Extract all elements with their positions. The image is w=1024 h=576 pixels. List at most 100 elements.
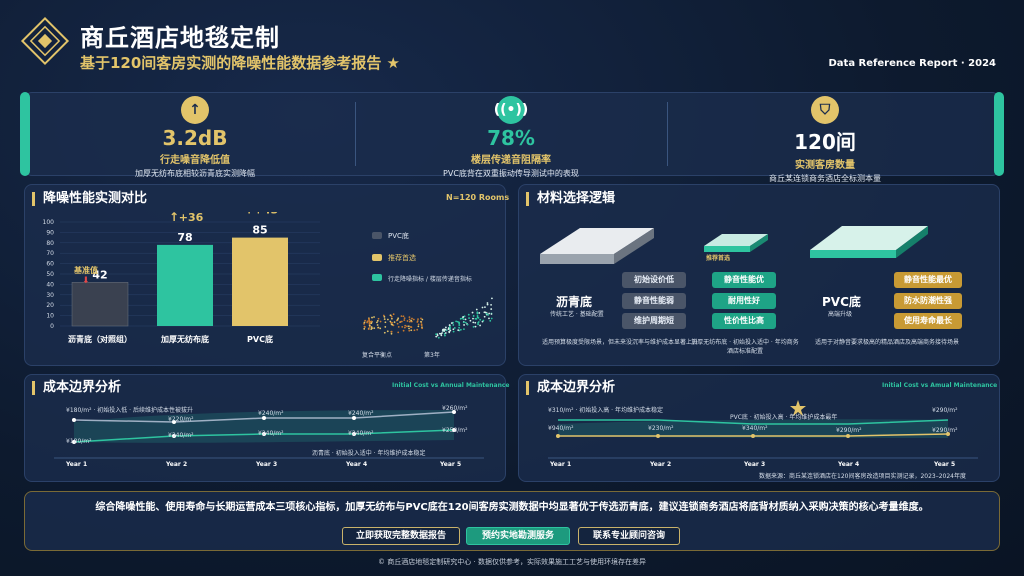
kpi-divider: [667, 102, 668, 166]
scatter-dot: [408, 318, 411, 321]
scatter-dot: [444, 334, 446, 337]
bar: [71, 282, 129, 327]
scatter-dot: [490, 303, 492, 306]
cost-left-upper-value: ¥240/m²: [258, 410, 284, 417]
carpet-layers-visual: [540, 226, 928, 264]
baseline-label: 基准值: [74, 266, 98, 275]
scatter-dot: [472, 325, 475, 328]
nonwoven-note: 加厚无纺布底 · 初始投入适中 · 年均商务酒店标准配置: [691, 339, 799, 355]
scatter-dot: [363, 322, 365, 325]
scatter-dot: [457, 329, 460, 332]
scatter-dot: [448, 331, 451, 334]
scatter-dot: [363, 327, 366, 330]
sample-size-label: N=120 Rooms: [446, 193, 510, 202]
cost-right-title: 成本边界分析: [526, 381, 615, 395]
scatter-dot: [463, 315, 466, 318]
year-label: Year 1: [66, 461, 88, 468]
diamond-logo-icon: [20, 16, 70, 66]
scatter-dot: [401, 325, 404, 328]
scatter-dot: [390, 332, 393, 335]
scatter-dot: [417, 325, 420, 328]
scatter-dot: [438, 332, 441, 335]
scatter-dot: [444, 332, 447, 334]
cost-right-value: ¥230/m²: [648, 425, 674, 432]
kpi-edge-left: [20, 92, 30, 176]
contact-advisor-button[interactable]: 联系专业顾问咨询: [578, 527, 680, 545]
get-report-button[interactable]: 立即获取完整数据报告: [342, 527, 460, 545]
kpi-value: 120间: [794, 130, 856, 154]
scatter-dot: [397, 317, 400, 320]
scatter-dot: [474, 317, 477, 320]
kpi-note: 加厚无纺布底相较沥青底实测降幅: [135, 169, 255, 178]
page-title: 商丘酒店地毯定制: [80, 24, 280, 52]
kpi-note: 商丘某连锁商务酒店全标测本量: [769, 174, 881, 183]
kpi-noise-reduction: ↑ 3.2dB 行走噪音降低值 加厚无纺布底相较沥青底实测降幅: [40, 92, 350, 178]
scatter-dot: [371, 327, 373, 330]
cost-left-lower-value: ¥250/m²: [442, 427, 468, 434]
scatter-dot: [371, 316, 373, 319]
scatter-dot: [404, 324, 407, 327]
scatter-dot: [386, 318, 389, 321]
cost-left-upper-value: ¥240/m²: [348, 410, 374, 417]
scatter-dot: [370, 320, 373, 323]
noise-bar-chart: 0010102020303040405050606070708080909010…: [43, 212, 320, 344]
pvc-tag: 防水防潮性强: [894, 293, 962, 309]
legend-label: 推荐首选: [388, 254, 416, 262]
scatter-year: 第3年: [424, 352, 440, 359]
scatter-dot: [455, 320, 458, 323]
y-tick-label: 70: [46, 250, 54, 257]
scatter-dot: [391, 321, 394, 324]
legend-label: 行走降噪指标 / 楼层传递音指标: [388, 276, 472, 283]
y-tick-label: 10: [46, 313, 54, 320]
scatter-dot: [384, 326, 387, 328]
kpi-label: 实测客房数量: [795, 160, 855, 171]
scatter-dot: [393, 321, 396, 324]
book-survey-button[interactable]: 预约实地勘测服务: [466, 527, 570, 545]
scatter-dot: [396, 318, 399, 321]
cost-left-note: 沥青底 · 初始投入适中 · 年均维护成本稳定: [312, 450, 426, 457]
summary-text: 综合降噪性能、使用寿命与长期运营成本三项核心指标，加厚无纺布与PVC底在120间…: [95, 502, 929, 513]
bar-value-label: 85: [252, 224, 267, 237]
bar-value-label: 78: [177, 231, 192, 244]
scatter-dot: [368, 325, 371, 328]
y-tick-label: 50: [46, 271, 54, 278]
footer-copyright: © 商丘酒店地毯定制研究中心 · 数据仅供参考，实际效果施工工艺与使用环境存在差…: [378, 558, 646, 566]
scatter-dot: [479, 324, 481, 327]
cost-right-subtitle: Initial Cost vs Amual Maintenance: [882, 382, 998, 389]
scatter-dot: [364, 319, 366, 322]
cost-right-value: ¥940/m²: [548, 425, 574, 432]
scatter-dot: [413, 329, 416, 332]
scatter-dot: [490, 308, 493, 310]
year-label: Year 5: [440, 461, 462, 468]
kpi-room-count: ⛉ 120间 实测客房数量 商丘某连锁商务酒店全标测本量: [670, 92, 980, 183]
scatter-dot: [402, 329, 405, 332]
scatter-dot: [383, 318, 386, 320]
recommend-tag: 推荐首选: [706, 255, 731, 262]
scatter-dot: [391, 323, 394, 326]
scatter-dot: [403, 326, 406, 329]
scatter-dot: [397, 331, 400, 334]
scatter-dot: [417, 318, 419, 321]
shield-icon: ⛉: [811, 96, 839, 124]
kpi-value: 3.2dB: [162, 126, 228, 150]
scatter-dot: [435, 335, 438, 338]
year-label: Year 1: [550, 461, 572, 468]
asphalt-name: 沥青底: [556, 295, 593, 309]
x-category-label: PVC底: [247, 334, 273, 344]
year-label: Year 3: [256, 461, 278, 468]
scatter-dot: [373, 316, 375, 318]
scatter-dot: [469, 319, 472, 322]
cost-left-lower-value: ¥340/m²: [168, 432, 194, 439]
scatter-dot: [464, 321, 467, 324]
year-label: Year 4: [346, 461, 368, 468]
scatter-dot: [390, 315, 393, 318]
pvc-tag: 使用寿命最长: [894, 313, 962, 329]
scatter-dot: [408, 320, 411, 323]
scatter-dot: [403, 319, 406, 321]
scatter-dot: [392, 313, 395, 316]
pvc-sub: 高端升级: [828, 311, 853, 318]
scatter-dot: [458, 322, 461, 325]
y-tick-label: 90: [46, 229, 54, 236]
cost-left-upper-value: ¥260/m²: [442, 405, 468, 412]
scatter-dot: [377, 326, 380, 329]
